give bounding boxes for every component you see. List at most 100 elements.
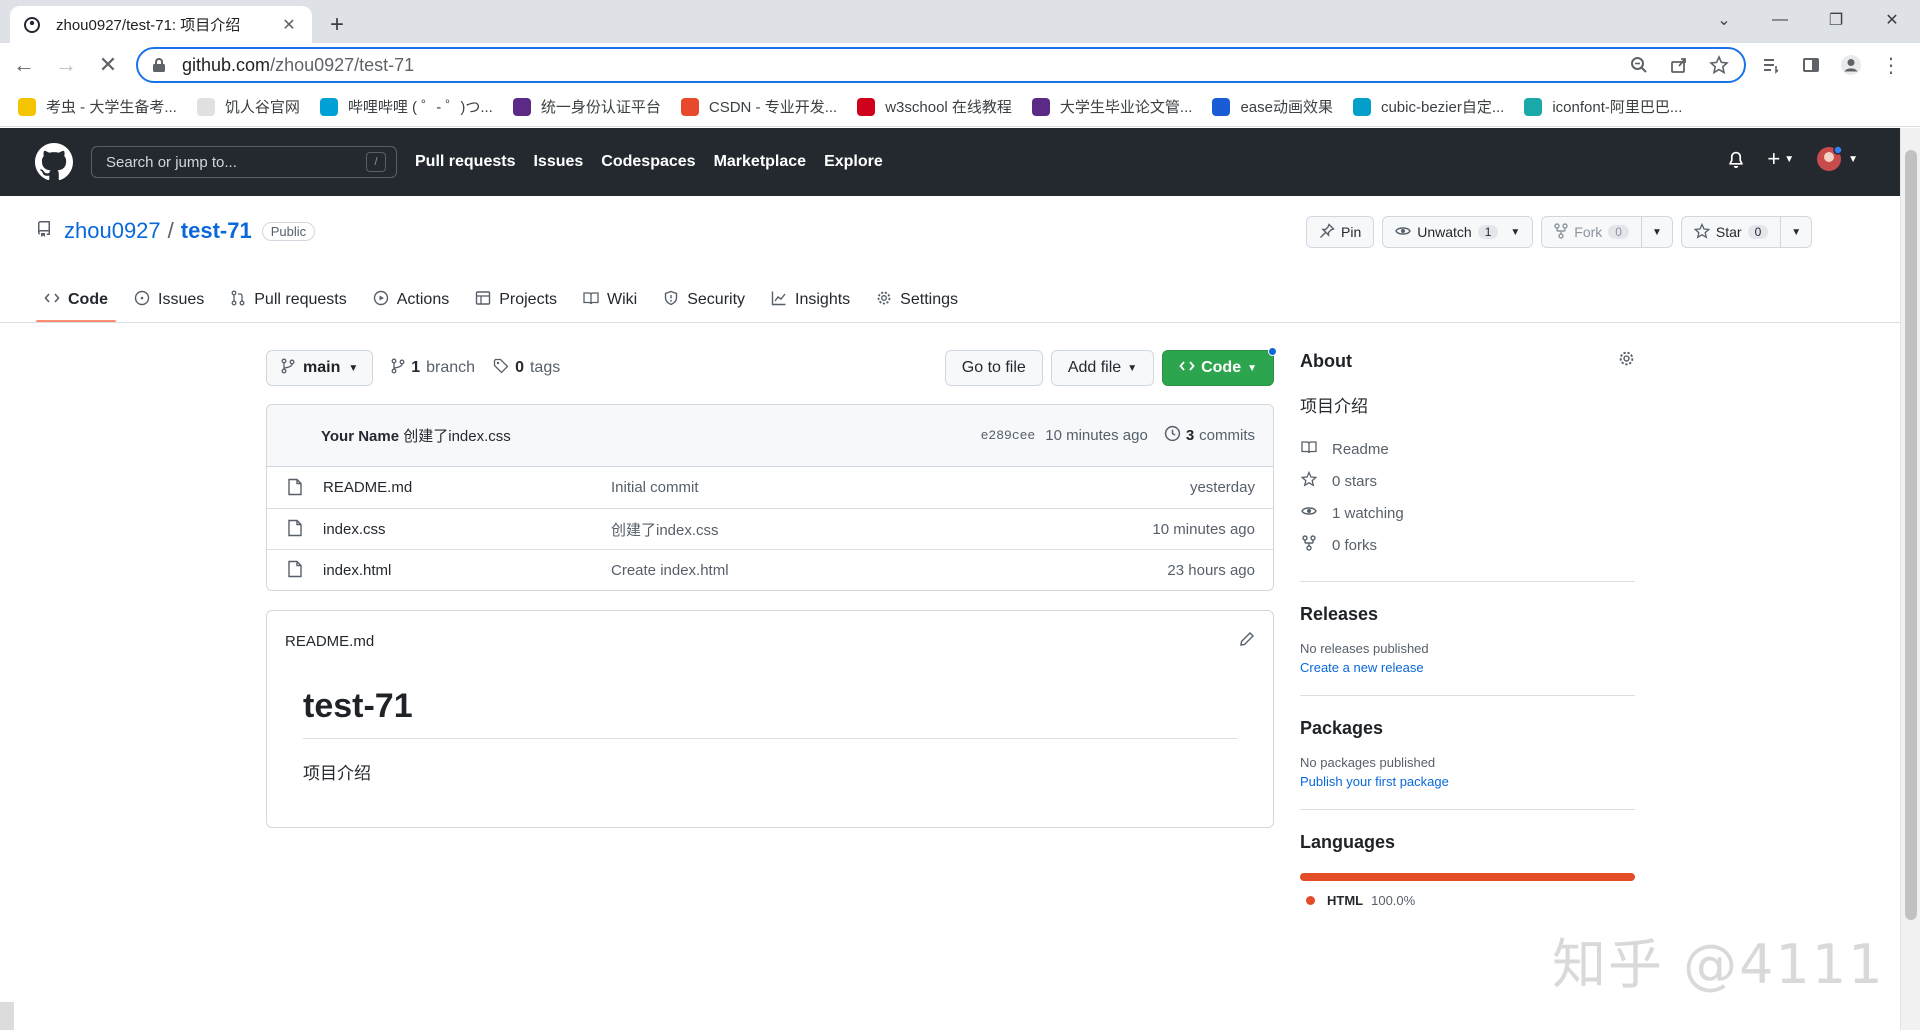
chevron-down-icon: ▼ [1791,226,1802,238]
tab-actions[interactable]: Actions [365,278,457,322]
create-new-plus-icon[interactable]: + ▼ [1767,146,1794,172]
notifications-bell-icon[interactable] [1727,150,1745,168]
share-icon[interactable] [1666,52,1692,78]
go-to-file-button[interactable]: Go to file [944,350,1043,386]
restore-icon[interactable]: ❐ [1808,0,1864,40]
bookmark-item[interactable]: iconfont-阿里巴巴... [1524,96,1682,117]
tab-close-icon[interactable]: ✕ [278,14,300,36]
file-name-link[interactable]: README.md [323,479,611,496]
gh-nav-marketplace[interactable]: Marketplace [714,153,807,171]
pencil-icon[interactable] [1239,631,1255,651]
bookmark-item[interactable]: 考虫 - 大学生备考... [18,96,177,117]
pin-button[interactable]: Pin [1306,216,1375,248]
bookmark-star-icon[interactable] [1706,52,1732,78]
profile-icon[interactable] [1835,49,1867,81]
github-logo-icon[interactable] [35,143,73,181]
file-row[interactable]: README.md Initial commit yesterday [267,467,1273,508]
readme-filename[interactable]: README.md [285,633,374,650]
about-forks-link[interactable]: 0 forks [1300,529,1635,561]
bookmark-item[interactable]: 哔哩哔哩 ( ゜- ゜)つ... [319,96,493,117]
tab-projects[interactable]: Projects [467,278,565,322]
gh-nav-explore[interactable]: Explore [824,153,883,171]
fork-icon [1554,222,1568,242]
commit-sha[interactable]: e289cee [981,428,1036,443]
releases-heading[interactable]: Releases [1300,604,1635,625]
file-name-link[interactable]: index.css [323,521,611,538]
browser-tab[interactable]: zhou0927/test-71: 项目介绍 ✕ [10,6,312,43]
fork-dropdown-button[interactable]: ▼ [1641,216,1673,248]
sidebar-divider [1300,809,1635,810]
about-readme-link[interactable]: Readme [1300,433,1635,465]
branch-selector-button[interactable]: main ▼ [266,350,374,386]
bookmark-item[interactable]: 统一身份认证平台 [512,96,661,117]
close-window-icon[interactable]: ✕ [1864,0,1920,40]
github-search-input[interactable]: Search or jump to... / [91,146,397,178]
tab-insights[interactable]: Insights [763,278,858,322]
forward-icon[interactable]: → [48,47,84,83]
repo-owner-link[interactable]: zhou0927 [64,218,161,244]
language-item-html[interactable]: HTML 100.0% [1300,893,1635,908]
publish-package-link[interactable]: Publish your first package [1300,774,1635,789]
bookmark-item[interactable]: 大学生毕业论文管... [1031,96,1192,117]
tab-search-icon[interactable]: ⌄ [1696,0,1752,40]
add-file-button[interactable]: Add file ▼ [1050,350,1155,386]
zoom-icon[interactable] [1626,52,1652,78]
latest-commit-message[interactable]: Your Name 创建了index.css [321,425,981,446]
repo-name-link[interactable]: test-71 [181,218,252,244]
bookmark-item[interactable]: CSDN - 专业开发... [680,96,838,117]
about-watching-link[interactable]: 1 watching [1300,497,1635,529]
tab-issues[interactable]: Issues [126,278,212,322]
file-commit-message[interactable]: Create index.html [611,562,1167,579]
browser-menu-icon[interactable]: ⋮ [1875,49,1907,81]
no-packages-text: No packages published [1300,755,1436,770]
file-name-link[interactable]: index.html [323,562,611,579]
tab-security[interactable]: Security [655,278,753,322]
file-row[interactable]: index.css 创建了index.css 10 minutes ago [267,508,1273,549]
fork-button[interactable]: Fork 0 [1541,216,1642,248]
file-commit-message[interactable]: Initial commit [611,479,1190,496]
new-tab-icon[interactable]: + [322,10,352,40]
create-release-link[interactable]: Create a new release [1300,660,1635,675]
commit-message[interactable]: 创建了index.css [403,428,511,445]
tab-pull-requests[interactable]: Pull requests [222,278,355,322]
gear-icon[interactable] [1618,350,1635,372]
bookmark-label: CSDN - 专业开发... [708,99,838,116]
code-button[interactable]: Code ▼ [1162,347,1277,386]
tab-actions-label: Actions [396,291,450,308]
unwatch-button[interactable]: Unwatch 1 ▼ [1382,216,1534,248]
gh-nav-issues[interactable]: Issues [533,153,583,171]
gh-nav-pull-requests[interactable]: Pull requests [415,153,515,171]
window-controls: ⌄ — ❐ ✕ [1696,0,1920,40]
minimize-icon[interactable]: — [1752,0,1808,40]
star-button[interactable]: Star 0 [1680,216,1782,248]
bookmark-item[interactable]: cubic-bezier自定... [1352,96,1504,117]
back-icon[interactable]: ← [6,47,42,83]
about-stars-link[interactable]: 0 stars [1300,465,1635,497]
tab-settings[interactable]: Settings [868,278,966,322]
address-bar[interactable]: github.com/zhou0927/test-71 [136,47,1746,83]
tab-code[interactable]: Code [36,278,116,323]
lock-icon[interactable] [152,56,170,74]
packages-heading[interactable]: Packages [1300,718,1635,739]
reading-list-icon[interactable] [1755,49,1787,81]
branches-link[interactable]: 1 branch [391,358,475,379]
file-row[interactable]: index.html Create index.html 23 hours ago [267,549,1273,590]
bookmark-item[interactable]: 饥人谷官网 [196,96,300,117]
vertical-scrollbar[interactable] [1900,128,1920,1030]
user-avatar[interactable]: ▼ [1816,146,1858,172]
horizontal-scrollbar-stub[interactable] [0,1002,14,1030]
side-panel-icon[interactable] [1795,49,1827,81]
bookmark-item[interactable]: w3school 在线教程 [857,96,1012,117]
star-dropdown-button[interactable]: ▼ [1781,216,1813,248]
tabs-divider [0,322,1900,323]
commits-history-link[interactable]: 3 commits [1164,425,1255,446]
tab-wiki[interactable]: Wiki [575,278,645,322]
file-commit-message[interactable]: 创建了index.css [611,519,1152,540]
stop-loading-icon[interactable]: ✕ [90,47,126,83]
gh-nav-codespaces[interactable]: Codespaces [601,153,695,171]
bookmark-item[interactable]: ease动画效果 [1212,96,1333,117]
commit-author[interactable]: Your Name [321,428,399,445]
tab-title: zhou0927/test-71: 项目介绍 [56,17,241,34]
scrollbar-thumb[interactable] [1905,150,1917,920]
tags-link[interactable]: 0 tags [493,358,560,379]
